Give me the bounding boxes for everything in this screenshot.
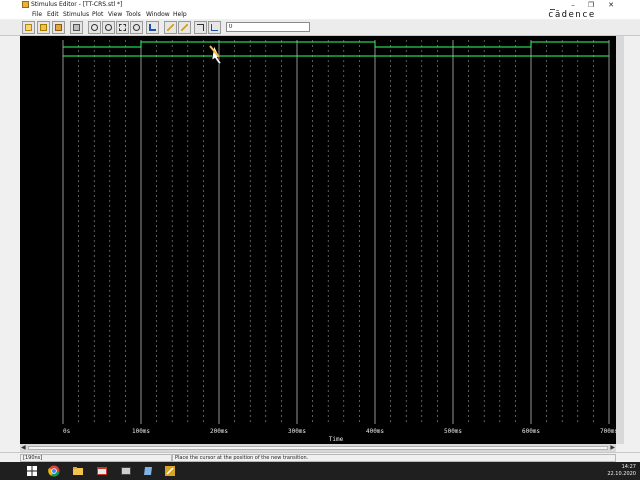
axis-tick-label: 400ms [366,428,384,435]
pencil-draw-button[interactable] [178,21,191,34]
zoom-in-icon [91,24,98,31]
menu-plot[interactable]: Plot [92,11,103,18]
menu-edit[interactable]: Edit [47,11,59,18]
zoom-area-button[interactable] [116,21,129,34]
signal-trace-x5 [63,41,609,48]
axis-tick-label: 700ms [600,428,616,435]
menu-window[interactable]: Window [146,11,170,18]
open-folder-button[interactable] [37,21,50,34]
save-icon [55,24,62,31]
chrome-icon[interactable] [48,465,60,477]
axis-tick-label: 200ms [210,428,228,435]
tablet-icon[interactable] [142,465,154,477]
cadence-logo: cādence [548,9,596,20]
scroll-left-arrow-icon: ◀ [21,444,26,451]
axis-tick-label: 100ms [132,428,150,435]
axis-tick-label: 600ms [522,428,540,435]
minimize-button[interactable]: – [564,0,582,10]
menu-tools[interactable]: Tools [126,11,141,18]
zoom-fit-icon [133,24,140,31]
axis-tick-label: 500ms [444,428,462,435]
windows-start-icon[interactable] [26,465,38,477]
edit-transition-icon [197,24,204,31]
cursor-measure-icon [149,24,156,31]
axis-tick-label: 0s [63,428,71,435]
system-clock: 14:27 22.10.2020 [607,464,636,478]
scroll-right-arrow-icon: ▶ [610,444,615,451]
file-explorer-icon[interactable] [72,465,84,477]
save-button[interactable] [52,21,65,34]
zoom-out-button[interactable] [102,21,115,34]
menu-file[interactable]: File [32,11,42,18]
open-folder-icon [40,24,47,31]
taskbar: 14:27 22.10.2020 [0,462,640,480]
pencil-edit-icon [167,24,174,31]
horizontal-scroll-thumb[interactable] [28,446,608,450]
vertical-scrollbar[interactable] [616,36,624,444]
axis-tick-label: 300ms [288,428,306,435]
window-title: Stimulus Editor - [TT-CRS.stl *] [31,1,123,8]
new-file-icon [25,24,32,31]
stimulus-editor-taskbar-icon[interactable] [164,465,176,477]
close-button[interactable]: ✕ [602,0,620,10]
clock-time: 14:27 [621,464,636,470]
status-time-readout: [190ns] [20,454,172,462]
zoom-out-icon [105,24,112,31]
time-value-input[interactable] [226,22,310,32]
zoom-area-icon [119,24,126,31]
terminal-icon[interactable] [120,465,132,477]
restore-button[interactable]: ❐ [582,0,600,10]
pencil-edit-button[interactable] [164,21,177,34]
menu-view[interactable]: View [108,11,122,18]
zoom-in-button[interactable] [88,21,101,34]
app-window-icon[interactable] [96,465,108,477]
clock-date: 22.10.2020 [607,471,636,477]
stimulus-editor-app-icon [22,1,29,8]
menu-bar: File Edit Stimulus Plot View Tools Windo… [0,10,640,19]
cursor-measure-button[interactable] [146,21,159,34]
menu-help[interactable]: Help [173,11,187,18]
menu-stimulus[interactable]: Stimulus [63,11,89,18]
pencil-draw-icon [181,24,188,31]
status-hint: Place the cursor at the position of the … [172,454,616,462]
waveform-plot[interactable]: 0s 100ms 200ms 300ms 400ms 500ms 600ms 700ms Tim… [20,36,618,444]
title-bar: Stimulus Editor - [TT-CRS.stl *] – ❐ ✕ [0,0,640,10]
new-file-button[interactable] [22,21,35,34]
axis-label-time: Time [329,436,344,443]
waveform-panel[interactable]: 0s 100ms 200ms 300ms 400ms 500ms 600ms 700ms Tim… [20,36,618,444]
zoom-fit-button[interactable] [130,21,143,34]
print-icon [73,24,80,31]
edit-transition-button[interactable] [194,21,207,34]
add-signal-icon [211,24,218,31]
print-button[interactable] [70,21,83,34]
add-signal-button[interactable] [208,21,221,34]
